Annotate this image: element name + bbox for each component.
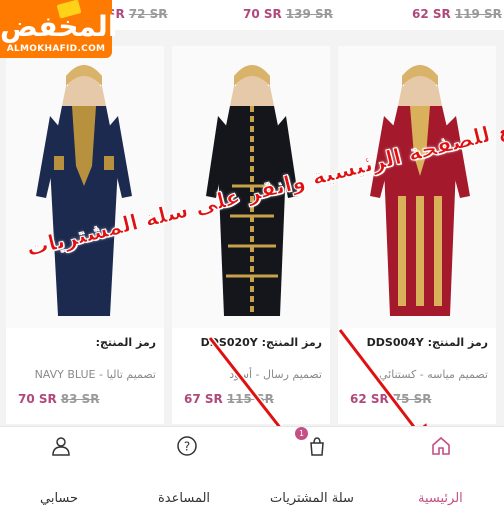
nav-account[interactable]: حسابي [20, 427, 110, 512]
user-icon [52, 437, 70, 456]
nav-help[interactable]: ? المساعدة [150, 427, 240, 512]
home-icon [432, 436, 450, 455]
bottom-navigation: الرئيسية سلة المشتريات ? المساعدة حسابي [0, 426, 504, 512]
arrow-to-home [338, 329, 432, 450]
nav-cart[interactable]: سلة المشتريات [268, 427, 378, 512]
nav-help-label: المساعدة [158, 491, 211, 506]
nav-home-label: الرئيسية [418, 491, 463, 506]
nav-home[interactable]: الرئيسية [404, 427, 504, 512]
nav-cart-label: سلة المشتريات [270, 491, 354, 506]
nav-account-label: حسابي [40, 491, 79, 506]
svg-text:?: ? [184, 440, 190, 454]
cart-icon [310, 437, 324, 456]
cart-count-badge: 1 [295, 427, 308, 440]
help-icon: ? [177, 436, 197, 456]
